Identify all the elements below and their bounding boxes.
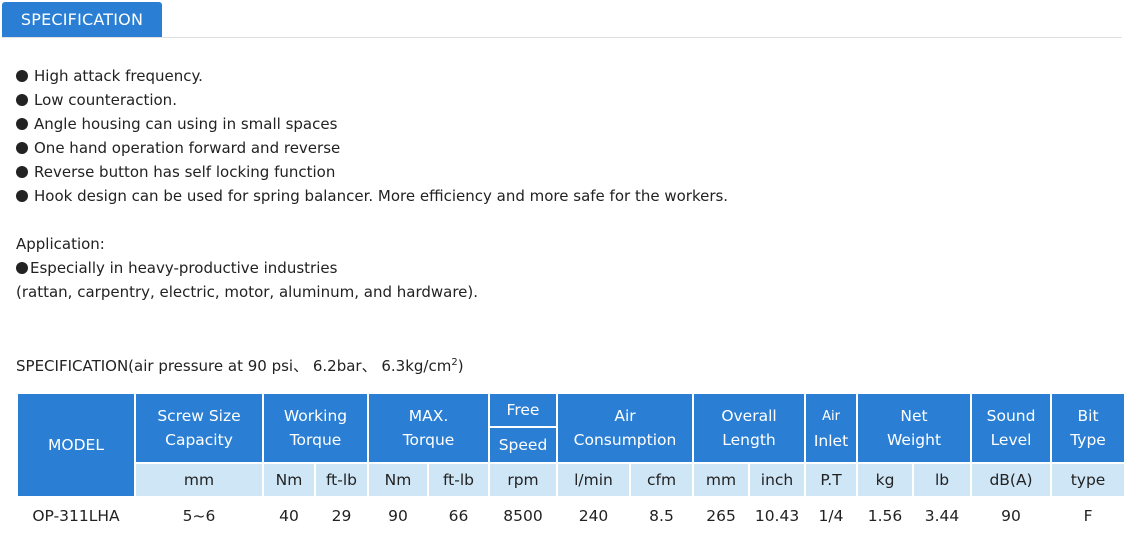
bullet-icon xyxy=(16,94,28,106)
unit-cell: type xyxy=(1050,462,1124,498)
tab-specification[interactable]: SPECIFICATION xyxy=(2,2,162,37)
application-item: Especially in heavy-productive industrie… xyxy=(16,256,478,280)
header-screw-size: Screw Size Capacity xyxy=(134,392,264,464)
application-note: (rattan, carpentry, electric, motor, alu… xyxy=(16,283,479,301)
application-heading: Application: xyxy=(16,235,105,253)
cell-model: OP-311LHA xyxy=(16,496,136,536)
application-section: Application: Especially in heavy-product… xyxy=(16,232,478,304)
tab-bar: SPECIFICATION xyxy=(0,0,1124,38)
cell-working-nm: 40 xyxy=(262,496,316,536)
header-max-torque: MAX. Torque xyxy=(367,392,490,464)
feature-item: High attack frequency. xyxy=(16,64,728,88)
cell-air-lmin: 240 xyxy=(556,496,631,536)
header-net-weight: Net Weight xyxy=(856,392,973,464)
cell-air-cfm: 8.5 xyxy=(628,496,695,536)
unit-cell: mm xyxy=(134,462,264,498)
feature-item: Reverse button has self locking function xyxy=(16,160,728,184)
unit-cell: kg xyxy=(856,462,915,498)
feature-item: Low counteraction. xyxy=(16,88,728,112)
unit-cell: mm xyxy=(692,462,751,498)
header-free: Free xyxy=(488,392,558,428)
unit-cell: Nm xyxy=(262,462,316,498)
cell-weight-lb: 3.44 xyxy=(912,496,973,536)
unit-cell: cfm xyxy=(628,462,695,498)
bullet-icon xyxy=(16,70,28,82)
header-air-inlet: Air Inlet xyxy=(804,392,859,464)
cell-length-inch: 10.43 xyxy=(748,496,807,536)
cell-working-ftlb: 29 xyxy=(314,496,369,536)
unit-cell: P.T xyxy=(804,462,859,498)
header-working-torque: Working Torque xyxy=(262,392,369,464)
feature-item: Angle housing can using in small spaces xyxy=(16,112,728,136)
unit-cell: ft-lb xyxy=(427,462,490,498)
unit-cell: l/min xyxy=(556,462,631,498)
cell-screw-size: 5~6 xyxy=(134,496,264,536)
cell-air-inlet: 1/4 xyxy=(804,496,859,536)
unit-cell: Nm xyxy=(367,462,429,498)
bullet-icon xyxy=(16,166,28,178)
feature-item: Hook design can be used for spring balan… xyxy=(16,184,728,208)
feature-item: One hand operation forward and reverse xyxy=(16,136,728,160)
unit-cell: rpm xyxy=(488,462,558,498)
bullet-icon xyxy=(16,262,28,274)
spec-table-title: SPECIFICATION(air pressure at 90 psi、 6.… xyxy=(16,357,464,375)
cell-max-nm: 90 xyxy=(367,496,429,536)
cell-length-mm: 265 xyxy=(692,496,751,536)
cell-max-ftlb: 66 xyxy=(427,496,490,536)
bullet-icon xyxy=(16,118,28,130)
header-speed: Speed xyxy=(488,426,558,464)
header-bit-type: Bit Type xyxy=(1050,392,1124,464)
cell-bit-type: F xyxy=(1050,496,1124,536)
header-model: MODEL xyxy=(16,392,136,498)
unit-cell: dB(A) xyxy=(970,462,1053,498)
cell-sound-level: 90 xyxy=(970,496,1053,536)
feature-list: High attack frequency. Low counteraction… xyxy=(16,64,728,208)
table-row: OP-311LHA 5~6 40 29 90 66 8500 240 8.5 2… xyxy=(16,496,1124,536)
cell-weight-kg: 1.56 xyxy=(856,496,915,536)
bullet-icon xyxy=(16,142,28,154)
bullet-icon xyxy=(16,190,28,202)
tab-divider xyxy=(2,37,1122,38)
spec-table: MODEL Screw Size Capacity Working Torque M… xyxy=(16,392,1124,536)
cell-free-speed: 8500 xyxy=(488,496,558,536)
header-overall-length: Overall Length xyxy=(692,392,807,464)
unit-cell: inch xyxy=(748,462,807,498)
unit-cell: ft-lb xyxy=(314,462,369,498)
header-air-consumption: Air Consumption xyxy=(555,392,695,464)
header-sound-level: Sound Level xyxy=(970,392,1053,464)
unit-cell: lb xyxy=(912,462,973,498)
